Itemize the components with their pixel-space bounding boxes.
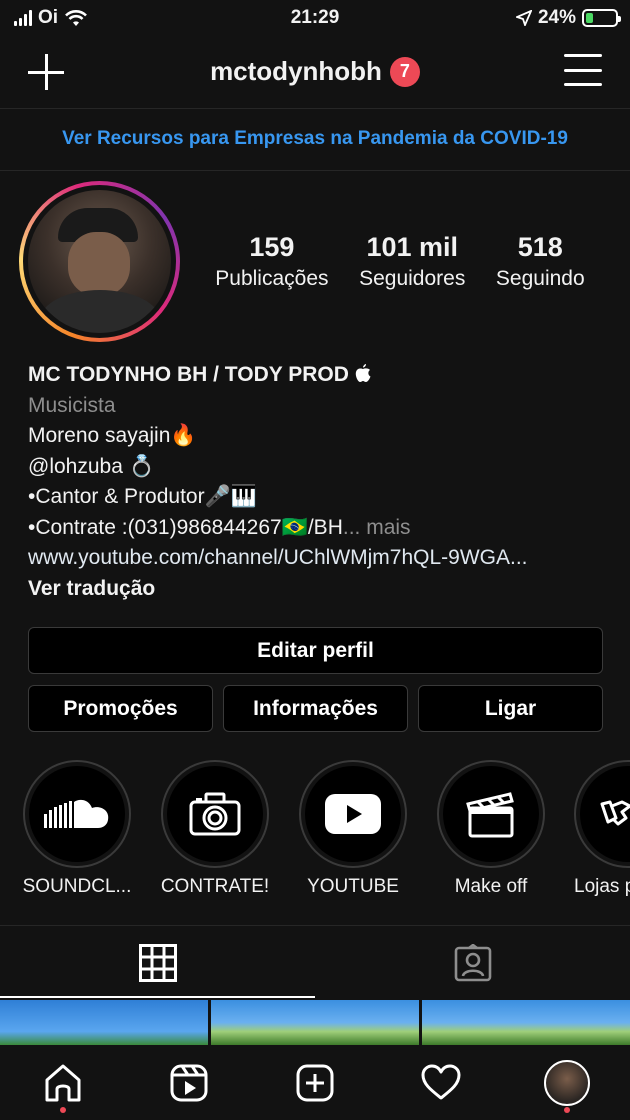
divider bbox=[0, 170, 630, 171]
home-icon bbox=[45, 1064, 81, 1101]
call-button[interactable]: Ligar bbox=[418, 685, 603, 732]
highlight-label: YOUTUBE bbox=[307, 876, 399, 897]
profile-avatar[interactable] bbox=[19, 181, 180, 342]
nav-home[interactable] bbox=[33, 1053, 93, 1113]
nav-activity[interactable] bbox=[411, 1053, 471, 1113]
nav-new-post[interactable] bbox=[285, 1053, 345, 1113]
location-arrow-icon bbox=[515, 10, 532, 26]
covid-resources-link[interactable]: Ver Recursos para Empresas na Pandemia d… bbox=[0, 110, 630, 168]
stat-value: 101 mil bbox=[366, 232, 458, 262]
story-highlight[interactable]: Make off bbox=[436, 760, 546, 898]
username-switcher[interactable]: mctodynhobh 7 bbox=[0, 56, 630, 87]
story-highlight[interactable]: SOUNDCL... bbox=[22, 760, 132, 898]
stat-followers[interactable]: 101 mil Seguidores bbox=[359, 232, 465, 291]
stat-following[interactable]: 518 Seguindo bbox=[496, 232, 585, 291]
username: mctodynhobh bbox=[210, 56, 382, 86]
bio-line: Moreno sayajin🔥 bbox=[28, 424, 197, 447]
see-translation-link[interactable]: Ver tradução bbox=[28, 574, 608, 605]
tab-grid[interactable] bbox=[0, 926, 315, 1000]
display-name: MC TODYNHO BH / TODY PROD bbox=[28, 360, 608, 391]
camera-icon bbox=[189, 792, 241, 836]
posts-grid bbox=[0, 1000, 630, 1045]
info-button[interactable]: Informações bbox=[223, 685, 408, 732]
display-name-text: MC TODYNHO BH / TODY PROD bbox=[28, 363, 355, 386]
add-post-icon bbox=[296, 1064, 334, 1101]
youtube-icon bbox=[325, 794, 381, 834]
promotions-button[interactable]: Promoções bbox=[28, 685, 213, 732]
post-thumbnail[interactable] bbox=[211, 1000, 419, 1045]
profile-bio: MC TODYNHO BH / TODY PROD Musicista More… bbox=[28, 360, 608, 604]
hamburger-menu-icon[interactable] bbox=[564, 54, 602, 86]
apple-icon bbox=[355, 364, 371, 382]
highlight-label: Lojas p bbox=[574, 876, 630, 897]
highlight-label: CONTRATE! bbox=[160, 876, 270, 897]
story-highlight[interactable]: CONTRATE! bbox=[160, 760, 270, 898]
bio-line: •Contrate :(031)986844267🇧🇷/BH bbox=[28, 515, 343, 539]
highlight-label: Make off bbox=[454, 876, 528, 897]
avatar-photo bbox=[28, 190, 171, 333]
profile-category: Musicista bbox=[28, 393, 116, 417]
bio-mention-line[interactable]: @lohzuba 💍 bbox=[28, 452, 608, 483]
soundcloud-icon bbox=[44, 799, 109, 828]
website-link[interactable]: www.youtube.com/channel/UChlWMjm7hQL-9WG… bbox=[28, 543, 608, 574]
clapperboard-icon bbox=[466, 792, 514, 838]
edit-profile-button[interactable]: Editar perfil bbox=[28, 627, 603, 674]
stat-label: Publicações bbox=[215, 267, 329, 290]
status-right: 24% bbox=[515, 7, 621, 29]
handshake-icon bbox=[600, 800, 630, 826]
post-thumbnail[interactable] bbox=[0, 1000, 208, 1045]
post-thumbnail[interactable] bbox=[422, 1000, 630, 1045]
nav-profile[interactable] bbox=[537, 1053, 597, 1113]
divider bbox=[0, 108, 630, 109]
stat-value: 159 bbox=[249, 232, 295, 262]
grid-icon bbox=[138, 944, 177, 982]
notification-dot bbox=[60, 1106, 66, 1113]
stat-value: 518 bbox=[517, 232, 563, 262]
tab-tagged[interactable] bbox=[315, 926, 630, 1000]
reels-icon bbox=[170, 1064, 208, 1101]
highlight-label: SOUNDCL... bbox=[22, 876, 132, 897]
status-bar: Oi 21:29 24% bbox=[0, 0, 630, 36]
more-link[interactable]: ... mais bbox=[343, 516, 411, 539]
battery-icon bbox=[582, 9, 621, 27]
profile-header: mctodynhobh 7 bbox=[0, 46, 630, 102]
story-highlight[interactable]: Lojas p bbox=[574, 760, 630, 898]
profile-avatar-icon bbox=[544, 1059, 590, 1106]
bio-line-truncated: •Contrate :(031)986844267🇧🇷/BH... mais bbox=[28, 513, 608, 544]
active-tab-indicator bbox=[0, 996, 315, 998]
heart-icon bbox=[421, 1064, 461, 1099]
stat-posts[interactable]: 159 Publicações bbox=[215, 232, 328, 291]
tagged-person-icon bbox=[454, 944, 491, 982]
nav-reels[interactable] bbox=[159, 1053, 219, 1113]
notification-badge: 7 bbox=[389, 56, 420, 87]
story-highlight[interactable]: YOUTUBE bbox=[298, 760, 408, 898]
battery-percent: 24% bbox=[537, 7, 576, 28]
profile-tabs bbox=[0, 925, 630, 999]
notification-dot bbox=[564, 1106, 570, 1113]
profile-stats: 159 Publicações 101 mil Seguidores 518 S… bbox=[200, 232, 600, 291]
stat-label: Seguidores bbox=[359, 267, 466, 290]
bio-line: •Cantor & Produtor🎤🎹 bbox=[28, 485, 257, 508]
bottom-navigation bbox=[0, 1045, 630, 1120]
stat-label: Seguindo bbox=[495, 267, 585, 290]
